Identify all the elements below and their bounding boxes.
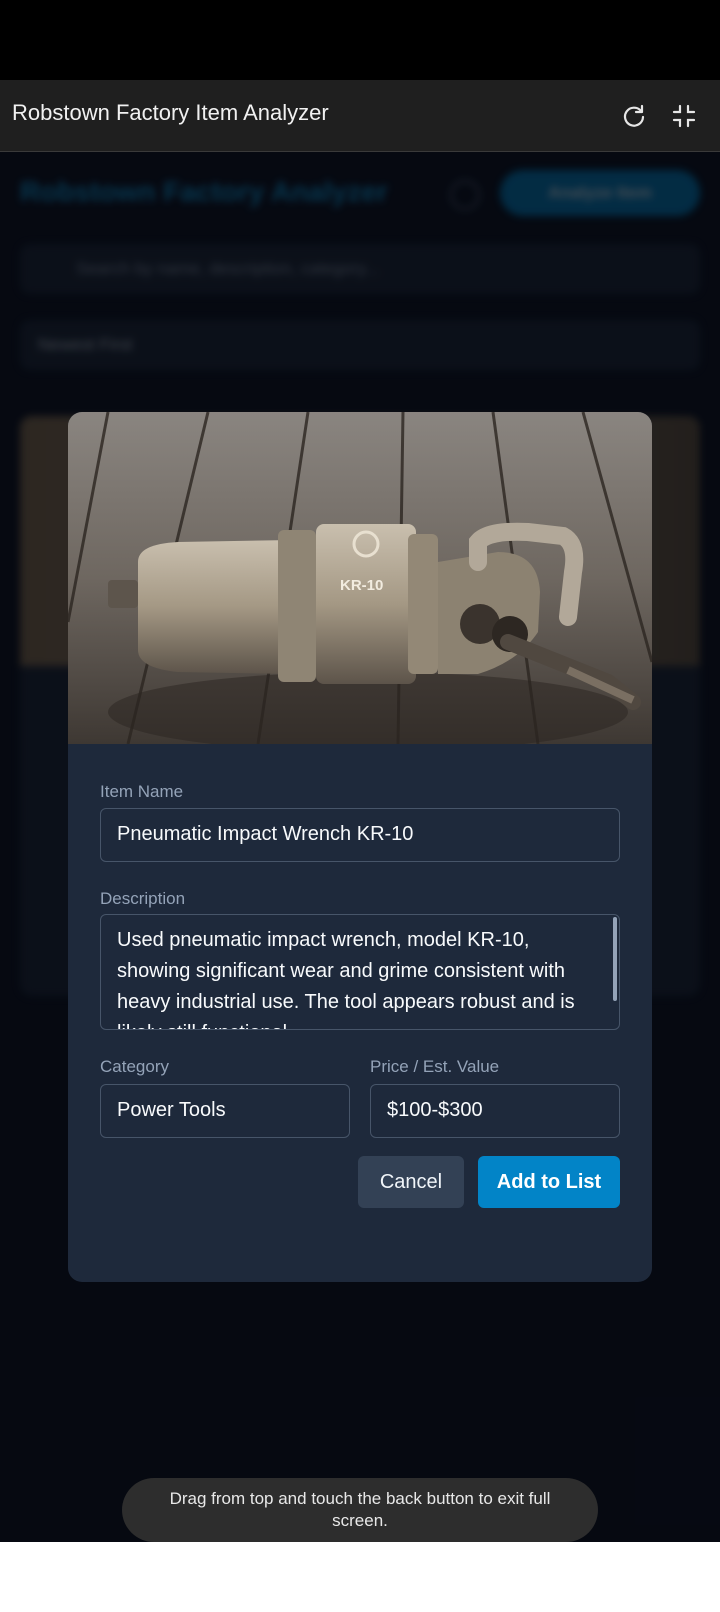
add-item-modal: KR-10 Item Name Pneumatic Impact Wrench … — [68, 412, 652, 1282]
price-input[interactable]: $100-$300 — [370, 1084, 620, 1138]
app-bar: Robstown Factory Item Analyzer — [0, 80, 720, 152]
cancel-button[interactable]: Cancel — [358, 1156, 464, 1208]
app-title: Robstown Factory Item Analyzer — [12, 100, 329, 125]
category-label: Category — [100, 1057, 169, 1076]
add-to-list-button[interactable]: Add to List — [478, 1156, 620, 1208]
status-bar — [0, 0, 720, 80]
description-textarea[interactable]: Used pneumatic impact wrench, model KR-1… — [100, 914, 620, 1030]
item-name-label: Item Name — [100, 782, 184, 801]
item-photo: KR-10 — [68, 412, 652, 744]
description-label: Description — [100, 889, 186, 908]
description-scrollbar[interactable] — [613, 917, 617, 1001]
page: Robstown Factory Analyzer Analyze Item S… — [0, 152, 720, 1542]
price-label: Price / Est. Value — [370, 1057, 500, 1076]
exit-fullscreen-icon[interactable] — [670, 102, 698, 130]
fullscreen-toast: Drag from top and touch the back button … — [122, 1478, 598, 1542]
item-photo-label: KR-10 — [340, 577, 383, 594]
description-text: Used pneumatic impact wrench, model KR-1… — [117, 929, 575, 1029]
item-name-input[interactable]: Pneumatic Impact Wrench KR-10 — [100, 808, 620, 862]
category-input[interactable]: Power Tools — [100, 1084, 350, 1138]
refresh-icon[interactable] — [620, 102, 648, 130]
